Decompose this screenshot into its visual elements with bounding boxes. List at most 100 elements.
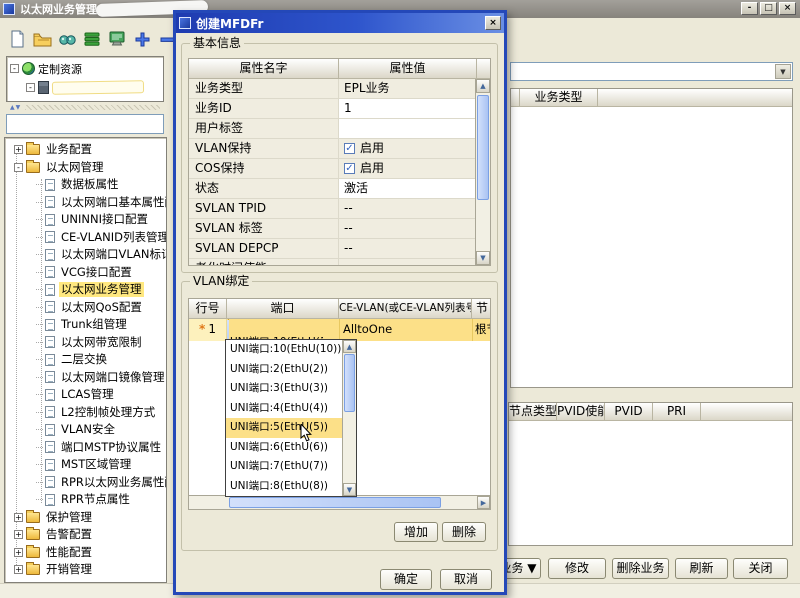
tree-item[interactable]: VCG接口配置: [5, 264, 166, 282]
document-icon: [45, 196, 55, 208]
port-combobox[interactable]: UNI端口:10(EthU(10)) ▲: [228, 319, 338, 341]
ok-button[interactable]: 确定: [380, 569, 432, 590]
collapse-icon[interactable]: -: [14, 163, 23, 172]
tree-item[interactable]: +告警配置: [5, 526, 166, 544]
filter-input[interactable]: [6, 114, 164, 134]
tree-item[interactable]: +保护管理: [5, 509, 166, 527]
tree-item[interactable]: Trunk组管理: [5, 316, 166, 334]
tree-item[interactable]: 端口MSTP协议属性: [5, 439, 166, 457]
scroll-up-icon[interactable]: ▲: [343, 340, 356, 353]
delete-row-button[interactable]: 删除: [442, 522, 486, 542]
redacted-node-name: [52, 80, 144, 95]
minimize-button[interactable]: -: [741, 2, 758, 15]
delete-service-button[interactable]: 删除业务: [612, 558, 669, 579]
basic-info-groupbox: 基本信息 属性名字 属性值 业务类型EPL业务业务ID1用户标签VLAN保持✓启…: [181, 43, 498, 273]
horizontal-scrollbar[interactable]: ▶: [189, 495, 490, 509]
dropdown-item[interactable]: UNI端口:5(EthU(5)): [226, 418, 343, 438]
list-view-icon[interactable]: [81, 28, 103, 50]
tree-item[interactable]: 以太网端口基本属性配置: [5, 194, 166, 212]
resource-tree-root[interactable]: - 定制资源: [7, 59, 163, 78]
device-view-icon[interactable]: [106, 28, 128, 50]
tree-item[interactable]: -以太网管理: [5, 159, 166, 177]
maximize-button[interactable]: □: [760, 2, 777, 15]
search-binoculars-icon[interactable]: [56, 28, 78, 50]
tree-item[interactable]: VLAN安全: [5, 421, 166, 439]
checkbox-checked-icon[interactable]: ✓: [344, 143, 355, 154]
expand-icon[interactable]: +: [14, 565, 23, 574]
service-filter-combobox[interactable]: ▼: [510, 62, 793, 81]
tree-item[interactable]: +性能配置: [5, 544, 166, 562]
scrollbar-thumb[interactable]: [229, 497, 441, 508]
ce-vlan-cell[interactable]: AlltoOne: [339, 319, 472, 341]
add-row-button[interactable]: 增加: [394, 522, 438, 542]
tree-splitter[interactable]: ▲▼: [6, 103, 164, 112]
node-type-cell[interactable]: 根节: [472, 319, 491, 341]
tree-item[interactable]: 二层交换: [5, 351, 166, 369]
vertical-scrollbar[interactable]: ▲ ▼: [475, 79, 490, 265]
property-value: --: [339, 219, 477, 239]
close-button[interactable]: 关闭: [733, 558, 788, 579]
expand-icon[interactable]: +: [14, 530, 23, 539]
scroll-down-icon[interactable]: ▼: [343, 483, 356, 496]
expand-icon[interactable]: +: [14, 548, 23, 557]
scrollbar-thumb[interactable]: [477, 95, 489, 200]
tree-item[interactable]: 以太网带宽限制: [5, 334, 166, 352]
collapse-icon[interactable]: -: [10, 64, 19, 73]
tree-item[interactable]: CE-VLANID列表管理: [5, 229, 166, 247]
expand-icon[interactable]: +: [14, 513, 23, 522]
tree-item[interactable]: UNINNI接口配置: [5, 211, 166, 229]
expand-icon[interactable]: +: [14, 145, 23, 154]
dropdown-item[interactable]: UNI端口:2(EthU(2)): [226, 360, 343, 380]
tree-item[interactable]: +业务配置: [5, 141, 166, 159]
dropdown-item[interactable]: UNI端口:8(EthU(8)): [226, 477, 343, 497]
property-value[interactable]: ✓启用: [339, 159, 477, 179]
tree-item[interactable]: 以太网QoS配置: [5, 299, 166, 317]
chevron-down-icon[interactable]: ▼: [775, 64, 791, 79]
dropdown-item[interactable]: UNI端口:3(EthU(3)): [226, 379, 343, 399]
tree-item[interactable]: RPR以太网业务属性配置: [5, 474, 166, 492]
close-dialog-button[interactable]: ×: [485, 16, 501, 30]
tree-item[interactable]: 以太网端口镜像管理: [5, 369, 166, 387]
document-icon: [45, 424, 55, 436]
add-icon[interactable]: [131, 28, 153, 50]
document-icon: [45, 249, 55, 261]
scroll-right-icon[interactable]: ▶: [477, 496, 490, 509]
tree-item[interactable]: 以太网端口VLAN标记配置: [5, 246, 166, 264]
property-value-input[interactable]: 激活: [339, 179, 477, 199]
tree-item[interactable]: 数据板属性: [5, 176, 166, 194]
cancel-button[interactable]: 取消: [440, 569, 492, 590]
dropdown-scrollbar[interactable]: ▲ ▼: [342, 340, 356, 496]
property-name: 用户标签: [189, 119, 339, 139]
collapse-icon[interactable]: -: [26, 83, 35, 92]
vlan-binding-row[interactable]: *1 UNI端口:10(EthU(10)) ▲ AlltoOne 根节: [189, 319, 490, 341]
property-value-input[interactable]: [339, 119, 477, 139]
splitter-grip[interactable]: [25, 105, 160, 110]
refresh-button[interactable]: 刷新: [675, 558, 728, 579]
splitter-arrows-icon[interactable]: ▲▼: [10, 104, 21, 111]
column-header-node-type: 节: [472, 299, 491, 319]
tree-item[interactable]: RPR节点属性: [5, 491, 166, 509]
dropdown-item[interactable]: UNI端口:4(EthU(4)): [226, 399, 343, 419]
scroll-down-icon[interactable]: ▼: [476, 251, 490, 265]
tree-item[interactable]: 以太网业务管理: [5, 281, 166, 299]
scroll-up-icon[interactable]: ▲: [476, 79, 490, 93]
property-value-input[interactable]: 1: [339, 99, 477, 119]
tree-item[interactable]: +开销管理: [5, 561, 166, 579]
tree-item[interactable]: L2控制帧处理方式: [5, 404, 166, 422]
dropdown-item[interactable]: UNI端口:10(EthU(10)): [226, 340, 343, 360]
modify-button[interactable]: 修改: [548, 558, 606, 579]
open-folder-icon[interactable]: [31, 28, 53, 50]
tree-item[interactable]: MST区域管理: [5, 456, 166, 474]
tree-item-label: 以太网QoS配置: [59, 300, 144, 315]
new-document-icon[interactable]: [6, 28, 28, 50]
scrollbar-thumb[interactable]: [344, 354, 355, 412]
resource-tree-node[interactable]: -: [7, 78, 163, 97]
checkbox-checked-icon[interactable]: ✓: [344, 163, 355, 174]
dropdown-item[interactable]: UNI端口:7(EthU(7)): [226, 457, 343, 477]
chevron-up-icon[interactable]: ▲: [227, 320, 229, 341]
property-value[interactable]: ✓启用: [339, 139, 477, 159]
document-icon: [45, 336, 55, 348]
dropdown-item[interactable]: UNI端口:6(EthU(6)): [226, 438, 343, 458]
tree-item[interactable]: LCAS管理: [5, 386, 166, 404]
close-window-button[interactable]: ×: [779, 2, 796, 15]
